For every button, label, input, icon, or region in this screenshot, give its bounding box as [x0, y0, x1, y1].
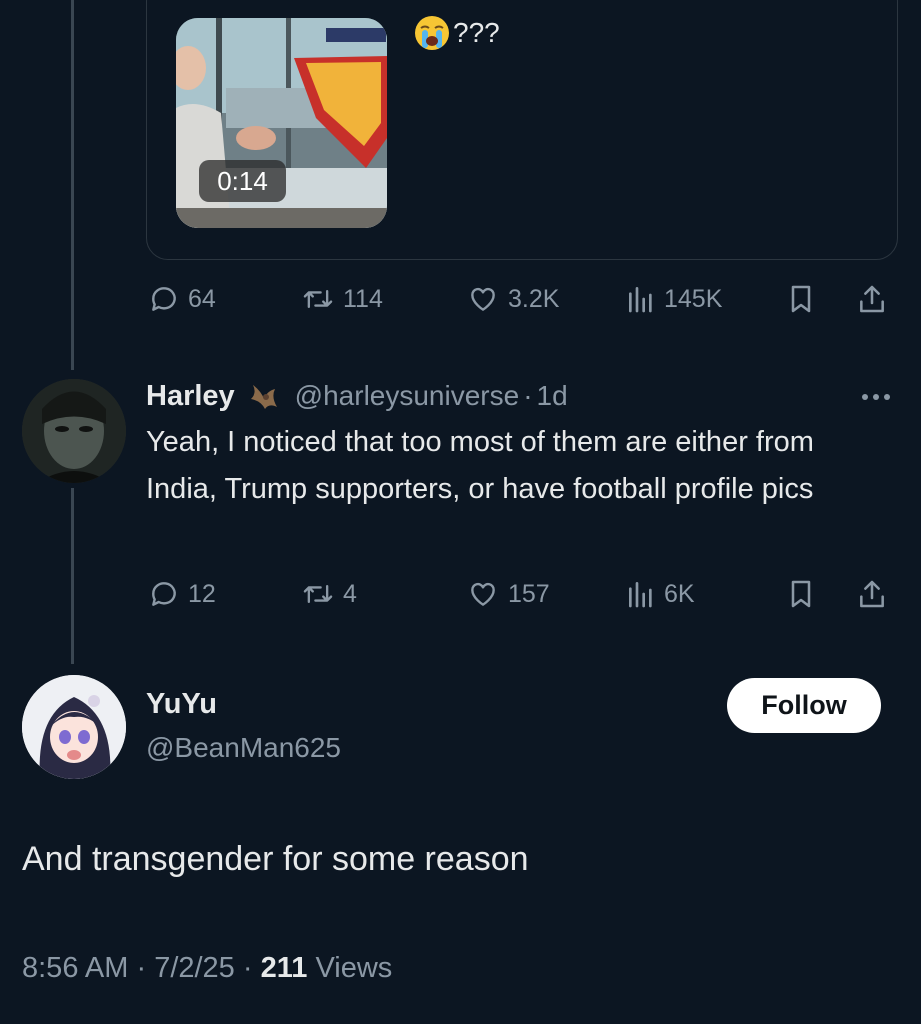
tweet-time[interactable]: 8:56 AM — [22, 952, 128, 984]
repost-count: 114 — [343, 284, 383, 313]
repost-icon — [303, 289, 333, 309]
reply-icon — [152, 287, 176, 311]
main-author-name[interactable]: YuYu — [146, 688, 217, 721]
quoted-text-label: ??? — [453, 17, 500, 48]
views-count: 6K — [664, 579, 695, 608]
video-duration-badge: 0:14 — [199, 160, 286, 202]
like-button[interactable]: 3.2K — [466, 279, 559, 319]
repost-button[interactable]: 114 — [301, 279, 383, 319]
separator-dot: · — [136, 952, 155, 984]
heart-icon — [471, 582, 495, 606]
heart-icon — [471, 287, 495, 311]
avatar-image — [22, 379, 126, 483]
reply-author-handle[interactable]: @harleysuniverse — [295, 380, 520, 412]
reply-button[interactable]: 64 — [148, 279, 216, 319]
avatar[interactable] — [22, 675, 126, 779]
thread-line-top — [71, 0, 74, 370]
reply-count: 12 — [188, 579, 216, 608]
like-count: 3.2K — [508, 284, 560, 313]
reply-timestamp[interactable]: 1d — [537, 380, 568, 412]
views-icon — [629, 287, 652, 313]
separator-dot: · — [242, 952, 261, 984]
reply-author-name[interactable]: Harley — [146, 380, 235, 413]
tweet-metadata: 8:56 AM · 7/2/25 · 211 Views — [22, 952, 392, 985]
views-count: 145K — [664, 284, 723, 313]
share-icon — [860, 285, 884, 313]
bat-emoji-icon — [250, 385, 277, 409]
loudly-crying-face-icon — [415, 16, 449, 50]
views-total: 211 — [260, 952, 308, 984]
views-label: Views — [315, 952, 393, 984]
like-count: 157 — [508, 579, 550, 608]
bookmark-button[interactable] — [786, 574, 816, 614]
bookmark-icon — [791, 580, 811, 608]
separator-dot: · — [523, 380, 533, 411]
share-icon — [860, 580, 884, 608]
repost-count: 4 — [343, 579, 357, 608]
views-button[interactable]: 145K — [626, 279, 722, 319]
like-button[interactable]: 157 — [466, 574, 550, 614]
bookmark-icon — [791, 285, 811, 313]
follow-button[interactable]: Follow — [727, 678, 881, 733]
repost-icon — [303, 584, 333, 604]
main-author-handle[interactable]: @BeanMan625 — [146, 732, 341, 764]
reply-header: Harley @harleysuniverse · 1d — [146, 376, 568, 416]
reply-text: Yeah, I noticed that too most of them ar… — [146, 426, 814, 505]
share-button[interactable] — [856, 279, 888, 319]
avatar-image — [22, 675, 126, 779]
reply-tweet-actions: 12 4 157 6K — [146, 574, 896, 614]
main-tweet-text: And transgender for some reason — [22, 840, 529, 878]
bookmark-button[interactable] — [786, 279, 816, 319]
quoted-text: ??? — [413, 14, 500, 52]
repost-button[interactable]: 4 — [301, 574, 357, 614]
thread-line-bottom — [71, 488, 74, 664]
tweet-date[interactable]: 7/2/25 — [154, 952, 235, 984]
quoted-tweet-actions: 64 114 3.2K 145K — [146, 279, 896, 319]
more-options-icon[interactable] — [860, 392, 892, 402]
reply-icon — [152, 582, 176, 606]
views-button[interactable]: 6K — [626, 574, 695, 614]
views-icon — [629, 582, 652, 608]
reply-button[interactable]: 12 — [148, 574, 216, 614]
reply-count: 64 — [188, 284, 216, 313]
share-button[interactable] — [856, 574, 888, 614]
avatar[interactable] — [22, 379, 126, 483]
